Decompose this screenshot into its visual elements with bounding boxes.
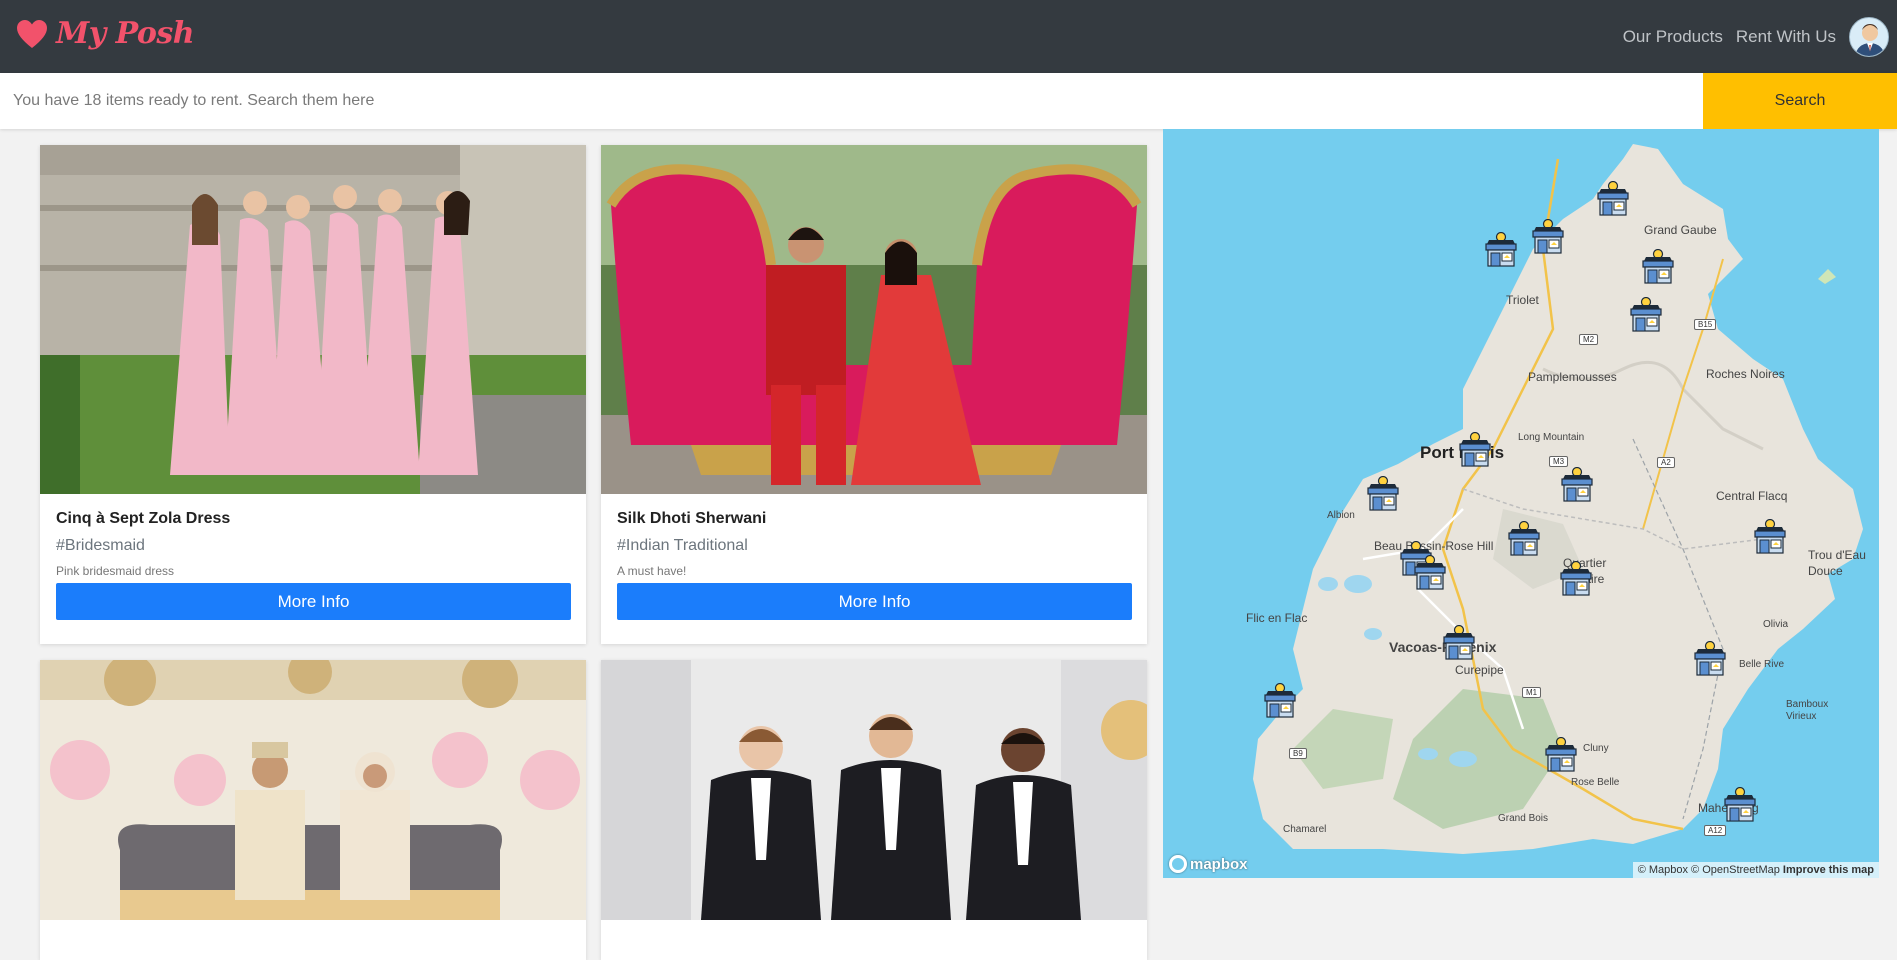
store-marker-icon[interactable] — [1693, 640, 1727, 677]
road-shield: M3 — [1549, 456, 1569, 467]
store-marker-icon[interactable] — [1596, 180, 1630, 217]
brand-logo[interactable]: My Posh — [16, 16, 195, 51]
product-card: Silk Dhoti Sherwani #Indian Traditional … — [601, 145, 1147, 644]
place-label: Pamplemousses — [1528, 370, 1617, 384]
store-marker-icon[interactable] — [1263, 682, 1297, 719]
road-shield: A12 — [1704, 825, 1727, 836]
search-button[interactable]: Search — [1703, 73, 1897, 129]
road-shield: M1 — [1522, 687, 1542, 698]
product-image-bridesmaids[interactable] — [40, 145, 586, 494]
store-marker-icon[interactable] — [1629, 296, 1663, 333]
product-description: A must have! — [617, 564, 687, 578]
store-marker-icon[interactable] — [1458, 431, 1492, 468]
road-shield: A2 — [1657, 457, 1675, 468]
place-label: Long Mountain — [1518, 432, 1585, 443]
card-body: Silk Dhoti Sherwani #Indian Traditional … — [617, 494, 1132, 620]
place-label: Rose Belle — [1571, 777, 1620, 788]
map-attribution: © Mapbox © OpenStreetMap Improve this ma… — [1632, 862, 1879, 878]
place-label: Grand Bois — [1498, 813, 1549, 824]
card-body: Cinq à Sept Zola Dress #Bridesmaid Pink … — [56, 494, 571, 620]
more-info-button[interactable]: More Info — [617, 583, 1132, 620]
product-description: Pink bridesmaid dress — [56, 564, 175, 578]
store-marker-icon[interactable] — [1723, 786, 1757, 823]
top-navbar: My Posh Our Products Rent With Us — [0, 0, 1897, 73]
product-tag: #Indian Traditional — [617, 537, 748, 554]
place-label: Beau Bassin-Rose Hill — [1374, 539, 1494, 553]
place-label: Olivia — [1763, 619, 1789, 630]
place-label: Cluny — [1583, 743, 1609, 754]
search-bar: Search — [0, 73, 1897, 129]
place-label: Grand Gaube — [1644, 223, 1717, 237]
place-label: Roches Noires — [1706, 367, 1785, 381]
user-avatar-icon — [1855, 23, 1885, 56]
brand-name: My Posh — [56, 16, 195, 51]
place-label: Curepipe — [1455, 663, 1504, 677]
improve-map-link[interactable]: Improve this map — [1783, 864, 1874, 876]
map-view[interactable]: Grand Gaube Triolet Pamplemousses Roches… — [1163, 129, 1879, 878]
heart-icon — [17, 19, 47, 48]
place-label: Trou d'Eau Douce — [1808, 548, 1866, 578]
product-image-malay-wedding[interactable] — [40, 660, 586, 920]
place-label: Bamboux Virieux — [1786, 699, 1829, 722]
place-label: Albion — [1327, 510, 1355, 521]
place-label: Triolet — [1506, 293, 1539, 307]
road-shield: B9 — [1289, 748, 1307, 759]
mapbox-logo-text: mapbox — [1190, 855, 1248, 873]
store-marker-icon[interactable] — [1641, 248, 1675, 285]
product-title: Silk Dhoti Sherwani — [617, 510, 767, 527]
mapbox-logo-icon — [1169, 855, 1187, 873]
search-input[interactable] — [0, 73, 1703, 129]
product-card — [40, 660, 586, 960]
product-tag: #Bridesmaid — [56, 537, 145, 554]
store-marker-icon[interactable] — [1531, 218, 1565, 255]
place-label: Belle Rive — [1739, 659, 1785, 670]
product-image-sherwani[interactable] — [601, 145, 1147, 494]
nav-our-products[interactable]: Our Products — [1623, 27, 1723, 47]
store-marker-icon[interactable] — [1544, 736, 1578, 773]
store-marker-icon[interactable] — [1413, 554, 1447, 591]
user-avatar[interactable] — [1849, 16, 1889, 57]
product-card: Cinq à Sept Zola Dress #Bridesmaid Pink … — [40, 145, 586, 644]
nav-links: Our Products Rent With Us — [1623, 0, 1897, 73]
store-marker-icon[interactable] — [1507, 520, 1541, 557]
place-label: Central Flacq — [1716, 489, 1788, 503]
store-marker-icon[interactable] — [1753, 518, 1787, 555]
store-marker-icon[interactable] — [1560, 466, 1594, 503]
store-marker-icon[interactable] — [1366, 475, 1400, 512]
product-title: Cinq à Sept Zola Dress — [56, 510, 231, 527]
product-image-tuxedos[interactable] — [601, 660, 1147, 920]
store-marker-icon[interactable] — [1484, 231, 1518, 268]
more-info-button[interactable]: More Info — [56, 583, 571, 620]
store-marker-icon[interactable] — [1559, 560, 1593, 597]
map-basemap — [1253, 144, 1863, 854]
product-card — [601, 660, 1147, 960]
store-marker-icon[interactable] — [1442, 624, 1476, 661]
attribution-text: © Mapbox © OpenStreetMap — [1637, 864, 1780, 876]
place-label: Chamarel — [1283, 824, 1327, 835]
nav-rent-with-us[interactable]: Rent With Us — [1736, 27, 1836, 47]
road-shield: M2 — [1579, 334, 1599, 345]
road-shield: B15 — [1694, 319, 1717, 330]
place-label: Flic en Flac — [1246, 611, 1308, 625]
mapbox-logo[interactable]: mapbox — [1169, 855, 1248, 873]
